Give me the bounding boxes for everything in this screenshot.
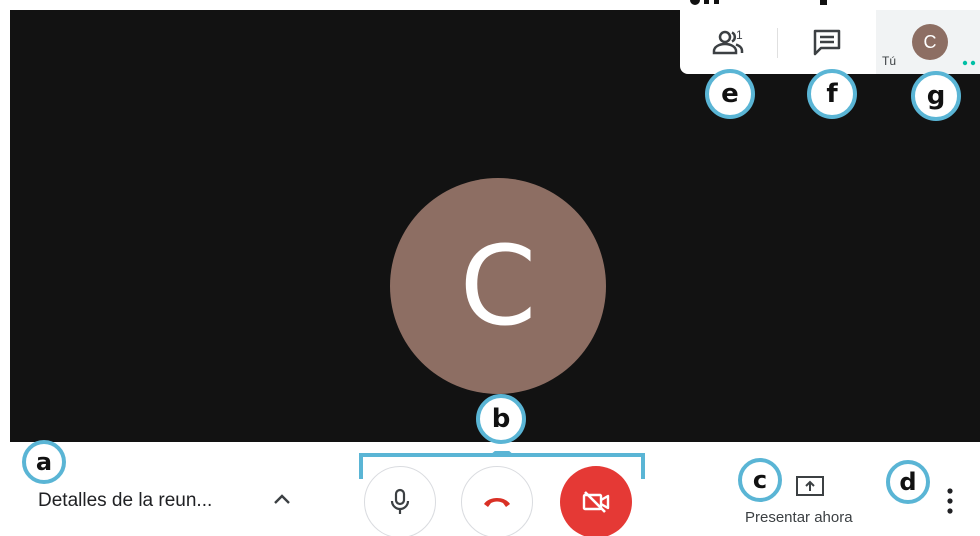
callout-d: d xyxy=(886,460,930,504)
present-now-label[interactable]: Presentar ahora xyxy=(745,509,853,526)
people-button[interactable]: 1 xyxy=(680,10,778,74)
chat-button[interactable] xyxy=(778,10,876,74)
chat-icon xyxy=(813,29,841,56)
chevron-up-icon[interactable] xyxy=(272,492,292,506)
present-screen-icon[interactable] xyxy=(795,474,825,498)
callout-a: a xyxy=(22,440,66,484)
callout-b: b xyxy=(476,394,526,444)
callout-f: f xyxy=(807,69,857,119)
microphone-icon xyxy=(390,488,410,514)
camera-off-icon xyxy=(582,491,610,513)
more-vert-icon[interactable] xyxy=(938,486,962,516)
self-view-tile[interactable]: Tú C xyxy=(876,10,980,74)
callout-g: g xyxy=(911,71,961,121)
top-right-panel: 1 Tú C xyxy=(680,10,980,74)
microphone-button[interactable] xyxy=(364,466,436,536)
camera-off-button[interactable] xyxy=(560,466,632,536)
callout-c: c xyxy=(738,458,782,502)
self-avatar: C xyxy=(912,24,948,60)
hang-up-button[interactable] xyxy=(461,466,533,536)
callout-e: e xyxy=(705,69,755,119)
meeting-details-label[interactable]: Detalles de la reun... xyxy=(38,490,212,512)
people-count-badge: 1 xyxy=(736,28,743,42)
phone-hangup-icon xyxy=(484,498,510,507)
meet-screen: C 1 Tú C Detalles de la reun... Presenta… xyxy=(0,0,980,536)
speaking-dots-icon xyxy=(962,60,976,66)
self-label: Tú xyxy=(882,54,897,68)
cropped-header-fragment xyxy=(684,0,980,10)
participant-avatar: C xyxy=(390,178,606,394)
